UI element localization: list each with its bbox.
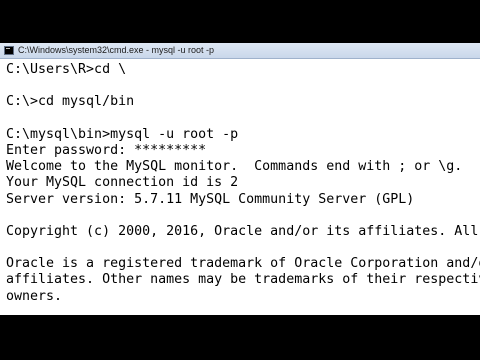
cmd-window: C:\Windows\system32\cmd.exe - mysql -u r… (0, 43, 480, 315)
console-line: C:\Users\R>cd \ (6, 62, 127, 77)
console-line: Your MySQL connection id is 2 (6, 175, 239, 191)
console-line: C:\>cd mysql/bin (6, 94, 135, 110)
console-line: Copyright (c) 2000, 2016, Oracle and/or … (6, 223, 480, 239)
video-frame: C:\Windows\system32\cmd.exe - mysql -u r… (0, 0, 480, 360)
window-titlebar[interactable]: C:\Windows\system32\cmd.exe - mysql -u r… (0, 43, 480, 59)
window-title: C:\Windows\system32\cmd.exe - mysql -u r… (18, 45, 215, 55)
console-line: Enter password: ********* (6, 142, 207, 158)
console-line: owners. (6, 288, 63, 304)
cmd-icon (4, 46, 14, 55)
console-output[interactable]: C:\Users\R>cd \ C:\>cd mysql/bin C:\mysq… (6, 62, 480, 315)
console-line: Oracle is a registered trademark of Orac… (6, 256, 480, 272)
console-line: affiliates. Other names may be trademark… (6, 272, 480, 288)
console-line: Server version: 5.7.11 MySQL Community S… (6, 191, 415, 207)
console-line: Welcome to the MySQL monitor. Commands e… (6, 159, 463, 175)
console-line: C:\mysql\bin>mysql -u root -p (6, 126, 239, 142)
